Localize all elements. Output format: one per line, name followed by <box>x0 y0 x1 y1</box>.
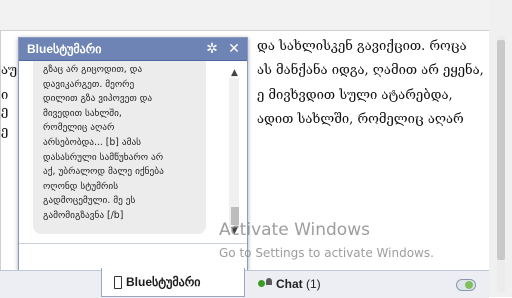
online-status-icon <box>258 280 265 287</box>
chat-header[interactable]: Blueსტუმარი ✲ ✕ <box>19 38 247 61</box>
chat-title: Blueსტუმარი <box>27 42 102 56</box>
story-fragment-3: ე <box>1 104 9 119</box>
chat-toggle-switch[interactable] <box>456 279 476 291</box>
chat-button-label: Chat (1) <box>276 277 321 291</box>
story-fragment-2: ი <box>1 88 9 103</box>
page-scrollbar-thumb[interactable] <box>497 40 505 260</box>
message-text: გზაც არ გიცოდით, და დავიკარგეთ. მეორე დი… <box>43 64 164 221</box>
close-icon[interactable]: ✕ <box>225 40 243 58</box>
scroll-up-arrow-icon[interactable]: ▲ <box>231 68 238 78</box>
chat-label-text: Chat <box>276 277 303 291</box>
story-line-2: ას მანქანა იდგა, ღამით არ ეყენა, <box>257 63 484 78</box>
mobile-phone-icon <box>114 276 122 289</box>
person-icon <box>266 278 272 285</box>
chat-window: Blueსტუმარი ✲ ✕ გზაც არ გიცოდით, და დავი… <box>18 37 248 271</box>
activate-windows-subtitle: Go to Settings to activate Windows. <box>219 246 434 260</box>
chat-message-input[interactable] <box>19 243 247 271</box>
story-line-3: ე მივხვდით სული ატარებდა, <box>257 88 453 103</box>
gear-icon[interactable]: ✲ <box>203 40 221 58</box>
chat-online-count: (1) <box>306 277 321 291</box>
story-fragment-1: აუ <box>1 63 18 78</box>
story-line-1: და სახლისკენ გავიქცით. როცა <box>257 39 467 54</box>
chat-tab-bluestumari[interactable]: Blueსტუმარი <box>101 268 245 297</box>
chat-scrollbar-track[interactable] <box>229 78 239 228</box>
chat-tab-label: Blueსტუმარი <box>126 275 201 289</box>
toggle-knob-icon <box>465 281 473 289</box>
chat-conversation: გზაც არ გიცოდით, და დავიკარგეთ. მეორე დი… <box>19 61 247 251</box>
story-line-4: ადით სახლში, რომელიც აღარ <box>257 112 464 127</box>
story-fragment-4: ე <box>1 124 9 139</box>
chat-sidebar-button[interactable]: Chat (1) <box>246 270 482 297</box>
activate-windows-title: Activate Windows <box>219 220 370 240</box>
